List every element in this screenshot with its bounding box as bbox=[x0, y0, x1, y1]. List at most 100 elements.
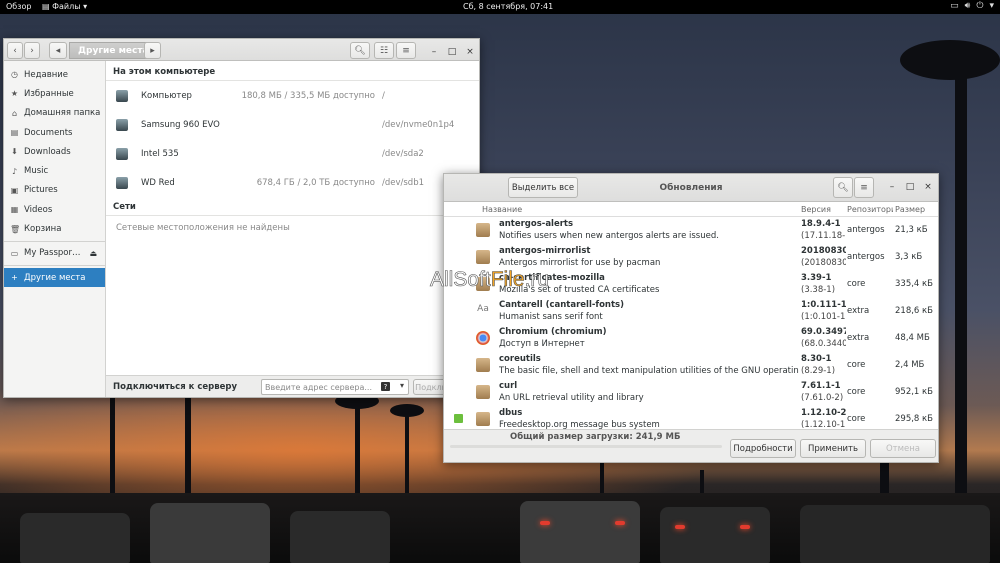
search-icon: 🔍︎ bbox=[354, 45, 366, 56]
sidebar-divider bbox=[4, 264, 105, 266]
connect-label: Подключиться к серверу bbox=[113, 382, 238, 392]
chevron-left-icon: ‹ bbox=[13, 45, 17, 56]
column-header-version[interactable]: Версия bbox=[801, 205, 831, 214]
watermark-part: File bbox=[490, 268, 525, 292]
activities-button[interactable]: Обзор bbox=[6, 2, 31, 11]
menu-button[interactable]: ≡ bbox=[396, 42, 416, 59]
location-space: 678,4 ГБ / 2,0 ТБ доступно bbox=[256, 177, 375, 188]
location-name: Samsung 960 EVO bbox=[141, 119, 220, 130]
package-name: Cantarell (cantarell-fonts) bbox=[499, 300, 624, 310]
clock[interactable]: Сб, 8 сентября, 07:41 bbox=[463, 2, 553, 11]
sidebar-item-my-passport[interactable]: ▭ My Passpor… ⏏ bbox=[4, 244, 105, 263]
sidebar-item-recent[interactable]: ◷ Недавние bbox=[4, 65, 105, 84]
sidebar-item-music[interactable]: ♪ Music bbox=[4, 161, 105, 180]
location-name: Компьютер bbox=[141, 90, 192, 101]
sidebar-item-trash[interactable]: 🗑︎ Корзина bbox=[4, 219, 105, 238]
system-menu-chevron-icon[interactable]: ▾ bbox=[989, 1, 994, 11]
search-button[interactable]: 🔍︎ bbox=[833, 177, 853, 198]
sidebar-item-label: My Passpor… bbox=[24, 248, 81, 259]
column-headers: Название Версия Репозиторий Размер bbox=[444, 202, 938, 217]
app-menu[interactable]: ▤ Файлы ▾ bbox=[42, 2, 87, 11]
sidebar-item-other-locations[interactable]: + Другие места bbox=[4, 267, 105, 288]
forward-button[interactable]: › bbox=[24, 42, 40, 59]
power-icon[interactable]: ⏻ bbox=[976, 1, 983, 11]
package-row[interactable]: Aa Cantarell (cantarell-fonts) Humanist … bbox=[444, 298, 938, 325]
package-description: An URL retrieval utility and library bbox=[499, 393, 644, 403]
files-window: ‹ › ◂ Другие места ▸ 🔍︎ ☷ ≡ – □ × ◷ Недав… bbox=[3, 38, 480, 398]
progress-bar bbox=[450, 445, 722, 448]
package-row[interactable]: coreutils The basic file, shell and text… bbox=[444, 352, 938, 379]
close-button[interactable]: × bbox=[921, 182, 935, 192]
total-download-size: Общий размер загрузки: 241,9 МБ bbox=[510, 432, 681, 442]
location-row[interactable]: Intel 535 /dev/sda2 bbox=[106, 139, 479, 168]
top-bar: Обзор ▤ Файлы ▾ Сб, 8 сентября, 07:41 ▭ … bbox=[0, 0, 1000, 14]
package-row[interactable]: Chromium (chromium) Доступ в Интернет 69… bbox=[444, 325, 938, 352]
screen-icon[interactable]: ▭ bbox=[950, 1, 959, 11]
sidebar-item-label: Pictures bbox=[24, 185, 58, 196]
package-repo: extra bbox=[847, 333, 870, 343]
server-address-input[interactable]: Введите адрес сервера... ? ▾ bbox=[261, 379, 409, 395]
package-description: Humanist sans serif font bbox=[499, 312, 603, 322]
sidebar-item-label: Домашняя папка bbox=[24, 108, 101, 119]
location-device: /dev/sdb1 bbox=[382, 177, 425, 188]
help-icon[interactable]: ? bbox=[381, 382, 390, 391]
apply-button[interactable]: Применить bbox=[800, 439, 866, 458]
app-menu-label: Файлы bbox=[52, 2, 81, 11]
back-button[interactable]: ‹ bbox=[7, 42, 23, 59]
sidebar-item-videos[interactable]: ▦ Videos bbox=[4, 200, 105, 219]
path-right-button[interactable]: ▸ bbox=[144, 42, 161, 59]
maximize-button[interactable]: □ bbox=[903, 182, 917, 192]
close-icon: × bbox=[466, 47, 474, 57]
package-row[interactable]: antergos-alerts Notifies users when new … bbox=[444, 217, 938, 244]
sidebar-item-starred[interactable]: ★ Избранные bbox=[4, 84, 105, 103]
column-header-repo[interactable]: Репозиторий bbox=[847, 205, 893, 214]
details-button[interactable]: Подробности bbox=[730, 439, 796, 458]
volume-icon[interactable]: 🔊︎ bbox=[965, 1, 971, 11]
package-icon bbox=[476, 412, 490, 426]
location-row[interactable]: Компьютер 180,8 МБ / 335,5 МБ доступно / bbox=[106, 81, 479, 110]
package-description: Antergos mirrorlist for use by pacman bbox=[499, 258, 661, 268]
sidebar-item-downloads[interactable]: ⬇ Downloads bbox=[4, 142, 105, 161]
chevron-right-icon: › bbox=[30, 45, 34, 56]
path-left-button[interactable]: ◂ bbox=[49, 42, 67, 59]
search-button[interactable]: 🔍︎ bbox=[350, 42, 370, 59]
package-row[interactable]: dbus Freedesktop.org message bus system … bbox=[444, 406, 938, 430]
package-row[interactable]: curl An URL retrieval utility and librar… bbox=[444, 379, 938, 406]
column-header-size[interactable]: Размер bbox=[895, 205, 925, 214]
package-repo: antergos bbox=[847, 252, 885, 262]
plus-icon: + bbox=[11, 273, 18, 283]
package-new-version: 7.61.1-1 bbox=[801, 381, 841, 391]
eject-icon[interactable]: ⏏ bbox=[89, 249, 97, 258]
watermark-part: AllSoft bbox=[430, 268, 491, 292]
package-old-version: (20180830-1) bbox=[801, 258, 846, 268]
updates-window: Выделить все Обновления 🔍︎ ≡ – □ × Назва… bbox=[443, 173, 939, 463]
chromium-icon bbox=[476, 331, 490, 345]
view-list-button[interactable]: ☷ bbox=[374, 42, 394, 59]
sidebar-item-home[interactable]: ⌂ Домашняя папка bbox=[4, 104, 105, 123]
minimize-button[interactable]: – bbox=[885, 182, 899, 192]
sidebar-item-pictures[interactable]: ▣ Pictures bbox=[4, 181, 105, 200]
close-button[interactable]: × bbox=[463, 47, 477, 57]
minimize-icon: – bbox=[889, 182, 895, 192]
sidebar-item-label: Downloads bbox=[24, 146, 71, 157]
location-row[interactable]: WD Red 678,4 ГБ / 2,0 ТБ доступно /dev/s… bbox=[106, 168, 479, 197]
chevron-down-icon[interactable]: ▾ bbox=[400, 381, 404, 390]
location-row[interactable]: Samsung 960 EVO /dev/nvme0n1p4 bbox=[106, 110, 479, 139]
maximize-button[interactable]: □ bbox=[445, 47, 459, 57]
cancel-button[interactable]: Отмена bbox=[870, 439, 936, 458]
column-header-name[interactable]: Название bbox=[482, 205, 522, 214]
sidebar-item-label: Documents bbox=[24, 127, 73, 138]
drive-icon bbox=[116, 118, 128, 131]
sidebar-item-documents[interactable]: ▤ Documents bbox=[4, 123, 105, 142]
chevron-down-icon: ▾ bbox=[83, 2, 88, 11]
minimize-button[interactable]: – bbox=[427, 47, 441, 57]
updates-headerbar: Выделить все Обновления 🔍︎ ≡ – □ × bbox=[444, 174, 938, 202]
menu-button[interactable]: ≡ bbox=[854, 177, 874, 198]
package-name: antergos-alerts bbox=[499, 219, 574, 229]
updates-footer: Общий размер загрузки: 241,9 МБ Подробно… bbox=[444, 429, 938, 462]
checkbox-checked-icon[interactable] bbox=[454, 414, 463, 423]
package-row[interactable]: antergos-mirrorlist Antergos mirrorlist … bbox=[444, 244, 938, 271]
package-list: antergos-alerts Notifies users when new … bbox=[444, 217, 938, 430]
location-device: / bbox=[382, 90, 385, 101]
package-name: antergos-mirrorlist bbox=[499, 246, 591, 256]
